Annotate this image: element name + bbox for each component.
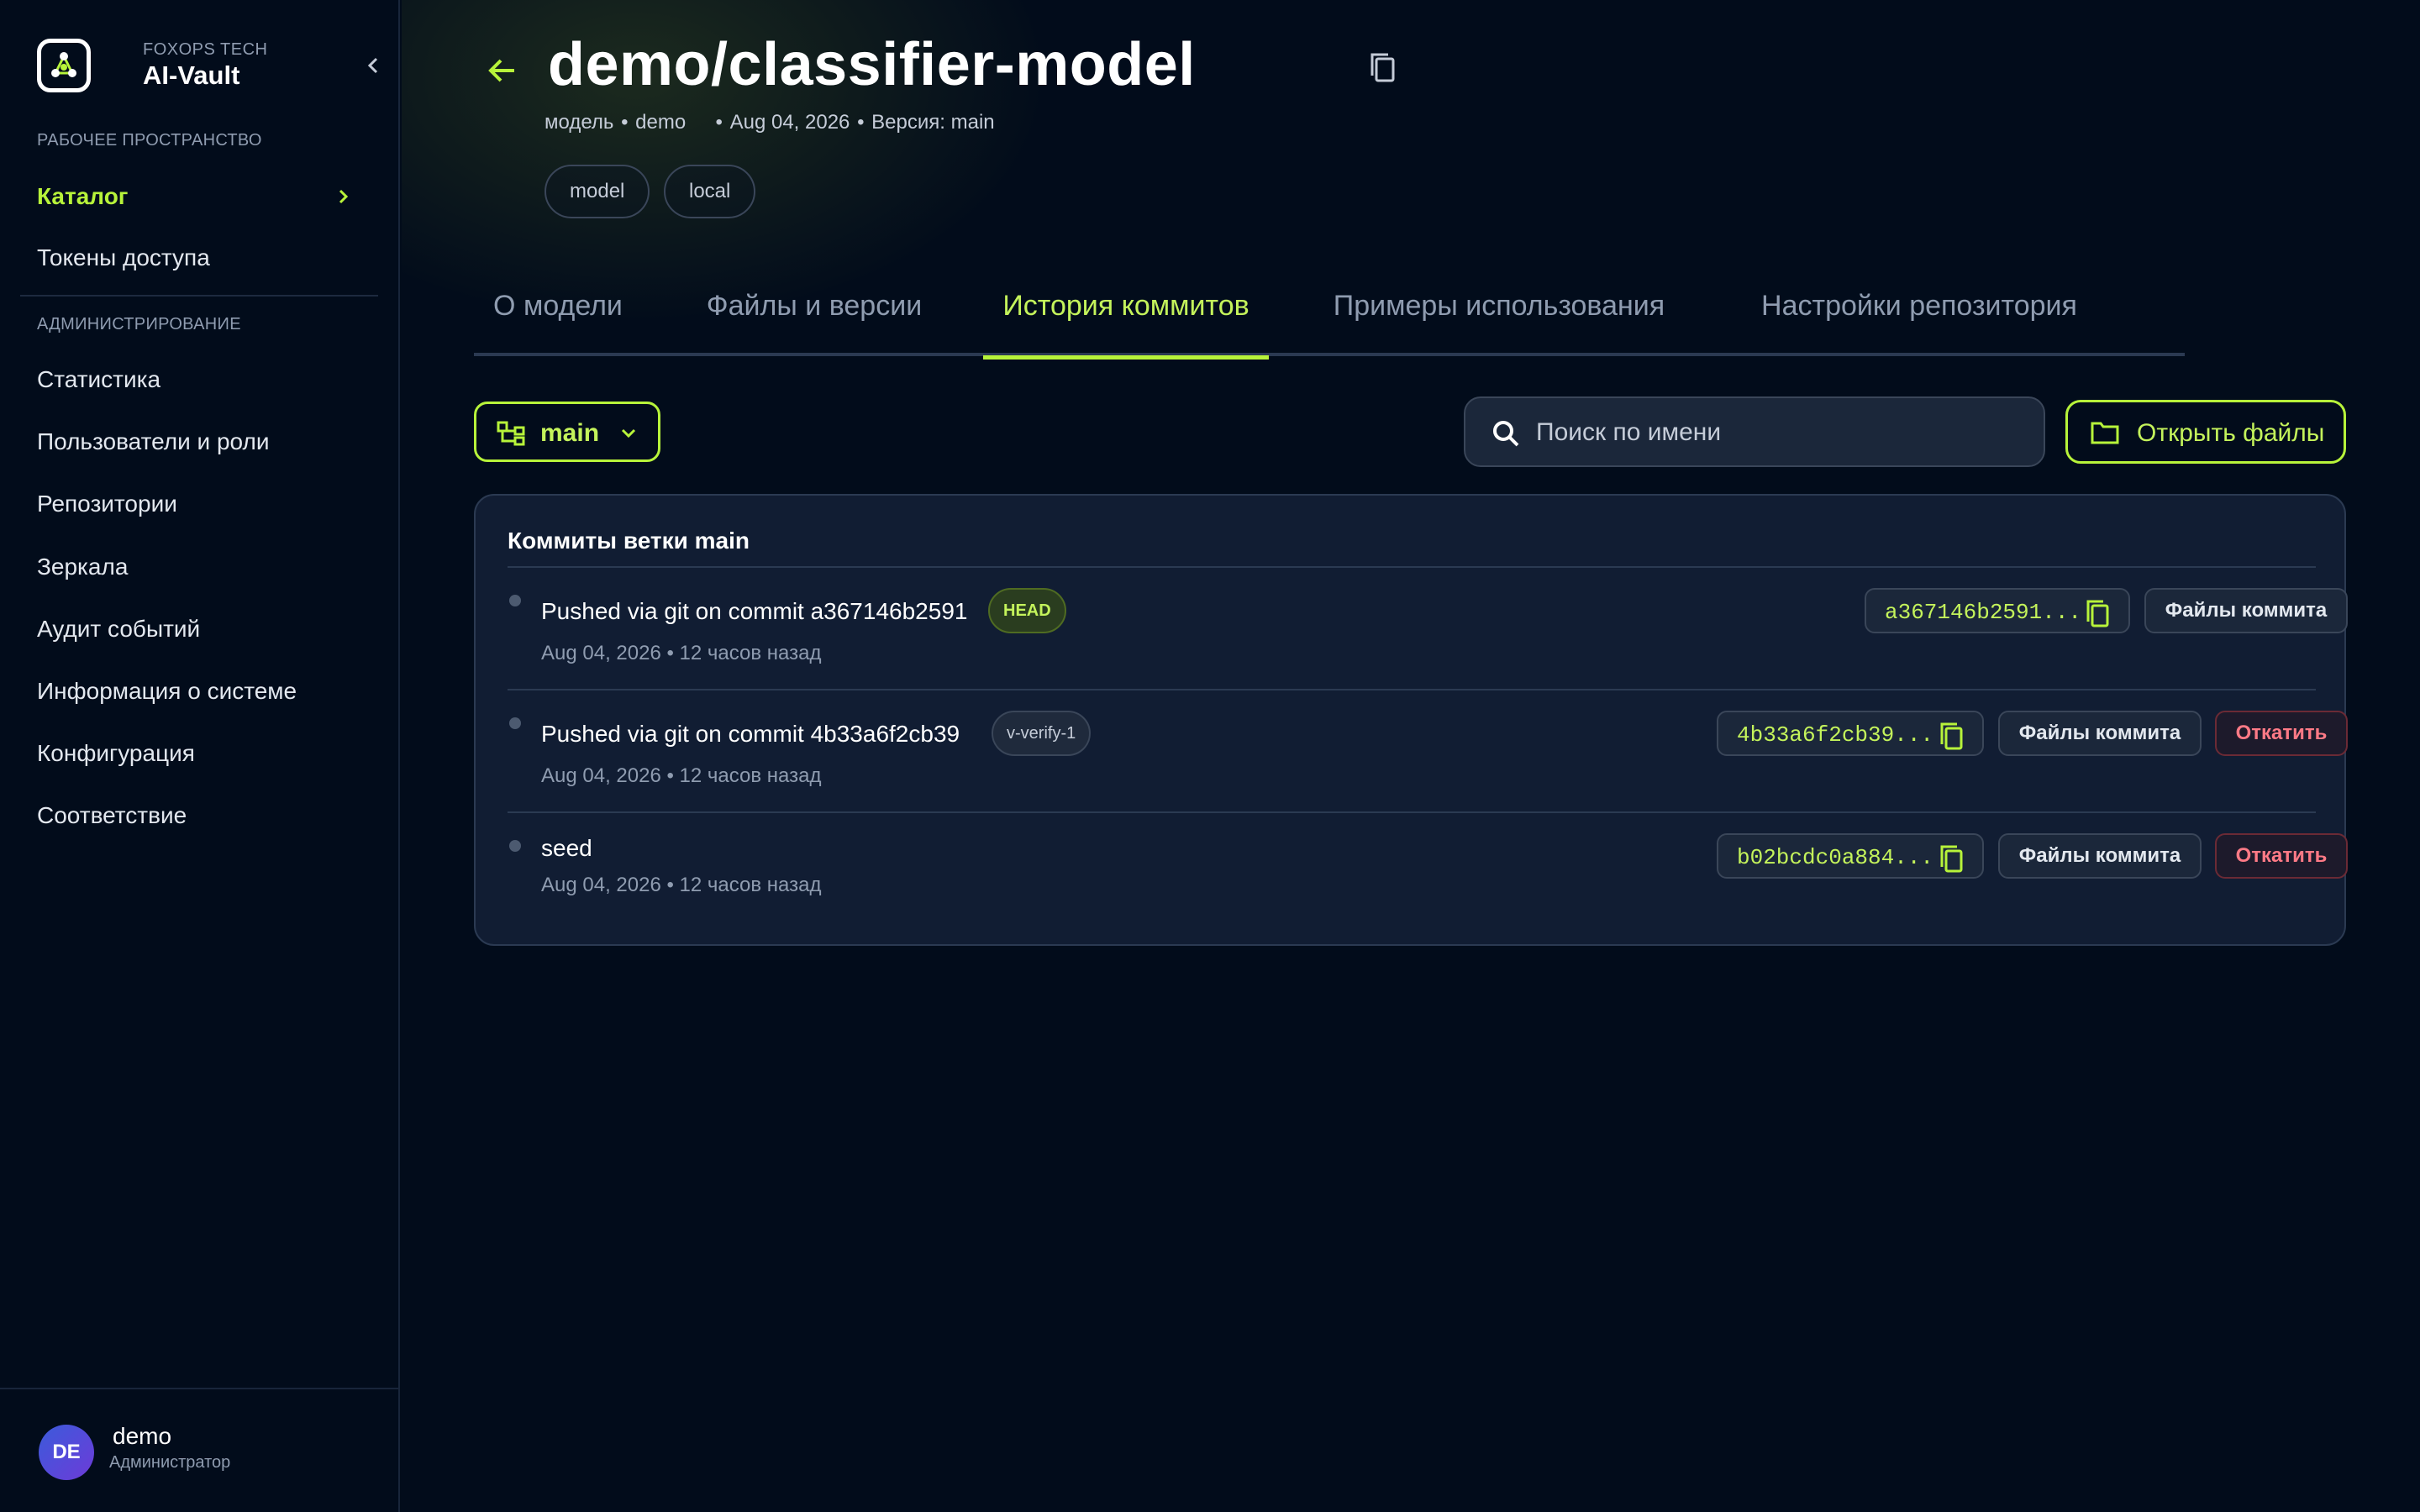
tag-chip[interactable]: local — [664, 165, 756, 218]
repo-kind: модель — [544, 111, 614, 134]
sidebar-item-users-roles[interactable]: Пользователи и роли — [37, 421, 373, 463]
collapse-sidebar-button[interactable] — [356, 49, 390, 82]
commit-dot — [509, 840, 521, 852]
commit-row: Pushed via git on commit a367146b2591 HE… — [508, 568, 2348, 685]
search-input[interactable] — [1536, 410, 2023, 455]
sidebar-item-label: Репозитории — [37, 491, 177, 517]
commit-message: Pushed via git on commit a367146b2591 — [541, 598, 968, 624]
sidebar-item-statistics[interactable]: Статистика — [37, 359, 373, 401]
chevron-down-icon — [621, 428, 636, 438]
app-logo-icon — [37, 39, 91, 92]
sidebar-item-configuration[interactable]: Конфигурация — [37, 732, 373, 774]
tag-chip[interactable]: model — [544, 165, 650, 218]
folder-icon — [2091, 422, 2119, 444]
head-badge: HEAD — [988, 588, 1066, 633]
sidebar-item-label: Каталог — [37, 183, 129, 209]
copy-hash-button[interactable]: 4b33a6f2cb39... — [1717, 711, 1984, 756]
user-name: demo — [113, 1423, 172, 1449]
copy-icon — [2086, 600, 2109, 627]
sidebar-divider — [20, 295, 378, 297]
sidebar-item-audit[interactable]: Аудит событий — [37, 608, 373, 650]
sidebar-item-label: Аудит событий — [37, 616, 201, 642]
meta-separator: • — [857, 111, 871, 134]
commit-message: seed — [541, 835, 592, 861]
sidebar: FOXOPS TECH AI-Vault РАБОЧЕЕ ПРОСТРАНСТВ… — [0, 0, 400, 1512]
sidebar-item-access-tokens[interactable]: Токены доступа — [37, 237, 373, 279]
commit-hash: b02bcdc0a884... — [1737, 845, 1934, 870]
sidebar-item-label: Токены доступа — [37, 244, 210, 270]
meta-separator: • — [621, 111, 634, 134]
tag-badge: v-verify-1 — [992, 711, 1092, 756]
copy-hash-button[interactable]: b02bcdc0a884... — [1717, 833, 1984, 879]
repo-date: Aug 04, 2026 — [729, 111, 850, 134]
chevron-right-icon — [339, 189, 349, 204]
commit-dot — [509, 717, 521, 729]
commit-row: Pushed via git on commit 4b33a6f2cb39 v-… — [508, 690, 2348, 808]
sidebar-item-compliance[interactable]: Соответствие — [37, 795, 373, 837]
commits-card-title: Коммиты ветки main — [508, 528, 750, 554]
sidebar-item-label: Пользователи и роли — [37, 428, 270, 454]
commit-hash: 4b33a6f2cb39... — [1737, 722, 1934, 748]
copy-icon — [1370, 53, 1395, 82]
commit-date: Aug 04, 2026 • 12 часов назад — [541, 874, 822, 896]
tab-repo-settings[interactable]: Настройки репозитория — [1734, 282, 2104, 356]
copy-repo-name-button[interactable] — [1365, 49, 1402, 86]
tab-about-model[interactable]: О модели — [474, 282, 642, 356]
back-button[interactable] — [484, 52, 521, 89]
brand[interactable]: FOXOPS TECH AI-Vault — [37, 37, 378, 96]
tab-usage-examples[interactable]: Примеры использования — [1323, 282, 1676, 356]
commit-date: Aug 04, 2026 • 12 часов назад — [541, 642, 822, 664]
sidebar-item-label: Конфигурация — [37, 740, 195, 766]
branch-icon — [497, 421, 525, 446]
commit-message: Pushed via git on commit 4b33a6f2cb39 — [541, 721, 960, 747]
copy-icon — [1940, 845, 1963, 873]
revert-button[interactable]: Откатить — [2215, 711, 2348, 756]
repo-version: Версия: main — [871, 111, 995, 134]
meta-separator: • — [692, 111, 729, 134]
commits-card: Коммиты ветки main Pushed via git on com… — [474, 494, 2348, 946]
repo-owner: demo — [635, 111, 687, 134]
commit-hash: a367146b2591... — [1885, 600, 2082, 625]
commit-files-button[interactable]: Файлы коммита — [1998, 711, 2202, 756]
copy-icon — [1940, 722, 1963, 750]
copy-hash-button[interactable]: a367146b2591... — [1865, 588, 2130, 633]
tab-commit-history[interactable]: История коммитов — [983, 282, 1269, 360]
sidebar-item-system-info[interactable]: Информация о системе — [37, 670, 373, 712]
branch-name: main — [540, 419, 600, 447]
brand-name: AI-Vault — [143, 60, 240, 90]
commit-date: Aug 04, 2026 • 12 часов назад — [541, 764, 822, 787]
branch-selector[interactable]: main — [474, 402, 660, 462]
revert-button[interactable]: Откатить — [2215, 833, 2348, 879]
workspace-section-label: РАБОЧЕЕ ПРОСТРАНСТВО — [37, 131, 262, 150]
avatar: DE — [39, 1425, 94, 1480]
tab-files-versions[interactable]: Файлы и версии — [692, 282, 936, 356]
sidebar-item-repositories[interactable]: Репозитории — [37, 483, 373, 525]
sidebar-item-label: Соответствие — [37, 802, 187, 828]
sidebar-item-label: Информация о системе — [37, 678, 297, 704]
commit-dot — [509, 595, 521, 606]
brand-company: FOXOPS TECH — [143, 40, 268, 59]
search-icon — [1493, 421, 1519, 447]
main-content: demo/classifier-model модель • demo • Au… — [402, 0, 2420, 1512]
arrow-left-icon — [488, 59, 514, 82]
admin-section-label: АДМИНИСТРИРОВАНИЕ — [37, 315, 241, 333]
sidebar-item-mirrors[interactable]: Зеркала — [37, 546, 373, 588]
open-files-button[interactable]: Открыть файлы — [2065, 400, 2346, 464]
sidebar-item-label: Зеркала — [37, 554, 129, 580]
commit-files-button[interactable]: Файлы коммита — [1998, 833, 2202, 879]
chevron-left-icon — [367, 57, 378, 74]
repo-tabs: О модели Файлы и версии История коммитов… — [474, 282, 2185, 360]
user-profile[interactable]: DE demo Администратор — [0, 1388, 400, 1512]
open-files-label: Открыть файлы — [2137, 419, 2325, 447]
commit-row: seed Aug 04, 2026 • 12 часов назад b02bc… — [508, 813, 2348, 931]
sidebar-item-label: Статистика — [37, 366, 161, 392]
page-title: demo/classifier-model — [548, 31, 1196, 98]
repo-meta: модель • demo • Aug 04, 2026 • Версия: m… — [544, 111, 997, 134]
sidebar-item-catalog[interactable]: Каталог — [37, 176, 373, 218]
commit-files-button[interactable]: Файлы коммита — [2144, 588, 2348, 633]
user-role: Администратор — [109, 1453, 231, 1472]
search-field[interactable] — [1464, 396, 2045, 467]
